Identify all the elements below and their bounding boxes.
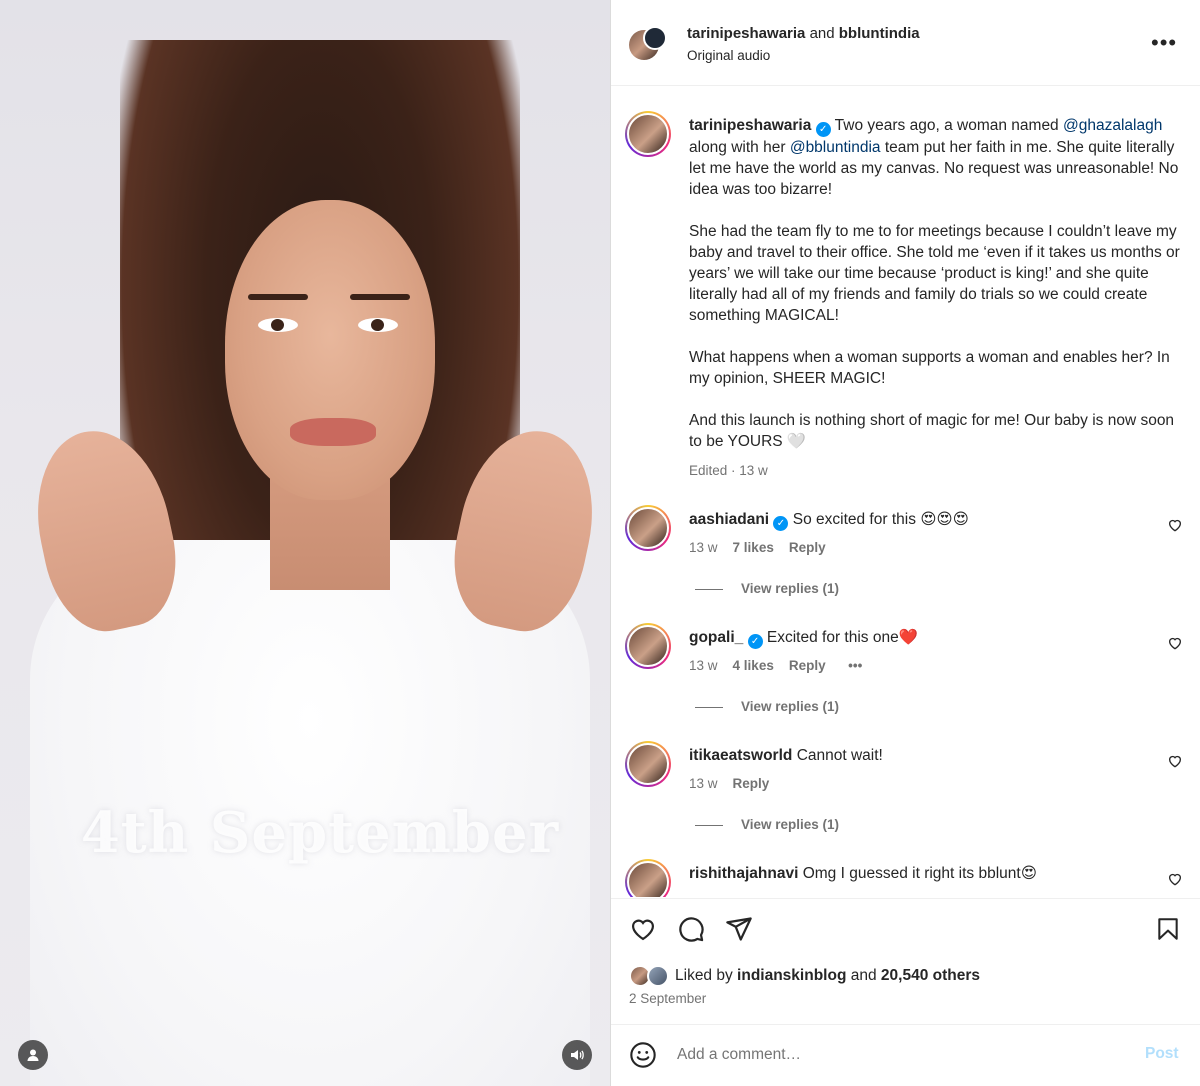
comment-likes[interactable]: 4 likes — [733, 658, 774, 673]
comment-avatar[interactable] — [625, 505, 671, 551]
post-side-panel: tarinipeshawaria and bbluntindia Origina… — [610, 0, 1200, 1086]
post-actions: Liked by indianskinblog and 20,540 other… — [611, 898, 1200, 1024]
post-comment-button[interactable]: Post — [1145, 1045, 1179, 1063]
view-replies-button[interactable]: View replies (1) — [695, 699, 839, 714]
verified-badge-icon: ✓ — [747, 634, 763, 649]
liked-by-and: and — [850, 967, 877, 984]
comment-like-icon[interactable] — [1167, 517, 1183, 533]
media-eye-right — [358, 318, 398, 332]
post-authors: tarinipeshawaria and bbluntindia — [687, 25, 920, 42]
author-username[interactable]: tarinipeshawaria — [687, 25, 805, 42]
comment-icon[interactable] — [677, 915, 705, 943]
comment-age: 13 w — [689, 540, 718, 555]
verified-badge-icon: ✓ — [815, 122, 831, 137]
media-eye-left — [258, 318, 298, 332]
liked-by-others[interactable]: 20,540 others — [881, 967, 980, 984]
save-bookmark-icon[interactable] — [1155, 915, 1181, 943]
comment-composer: Post — [611, 1024, 1200, 1086]
post-header: tarinipeshawaria and bbluntindia Origina… — [611, 0, 1200, 86]
caption-edited-time: Edited · 13 w — [689, 463, 768, 478]
more-horizontal-icon[interactable]: ••• — [1151, 30, 1177, 56]
share-icon[interactable] — [725, 915, 753, 943]
comment-age: 13 w — [689, 776, 718, 791]
comment-reply-button[interactable]: Reply — [789, 540, 826, 555]
emoji-icon[interactable] — [629, 1041, 657, 1069]
user-tag-icon[interactable] — [18, 1040, 48, 1070]
like-icon[interactable] — [629, 915, 657, 943]
comment-likes[interactable]: 7 likes — [733, 540, 774, 555]
comment-body: Omg I guessed it right its bblunt😍 — [802, 865, 1037, 882]
comment-age: 13 w — [689, 658, 718, 673]
comment-like-icon[interactable] — [1167, 871, 1183, 887]
comment-body: So excited for this 😍😍😍 — [792, 511, 969, 528]
comment-meta: 13 w 7 likes Reply — [689, 540, 826, 555]
comment-body: Excited for this one❤️ — [766, 629, 919, 646]
media-face — [225, 200, 435, 500]
caption-p1a: Two years ago, a woman named — [834, 117, 1059, 134]
comment-like-icon[interactable] — [1167, 635, 1183, 651]
liker-avatar-2[interactable] — [647, 965, 669, 987]
comment-reply-button[interactable]: Reply — [733, 776, 770, 791]
media-caption-overlay: 4th September — [80, 800, 560, 866]
comment-avatar[interactable] — [625, 741, 671, 787]
caption-p3: What happens when a woman supports a wom… — [689, 349, 1170, 387]
comment-text: itikaeatsworld Cannot wait! — [689, 745, 1149, 766]
comment-username[interactable]: rishithajahnavi — [689, 865, 798, 882]
caption-p1b: along with her — [689, 139, 786, 156]
mention-link-2[interactable]: @bbluntindia — [790, 139, 881, 156]
post-date[interactable]: 2 September — [629, 991, 706, 1006]
audio-label[interactable]: Original audio — [687, 48, 770, 63]
comment-more-icon[interactable]: ••• — [848, 658, 862, 673]
view-replies-button[interactable]: View replies (1) — [695, 581, 839, 596]
liked-by-line: Liked by indianskinblog and 20,540 other… — [675, 965, 980, 986]
comment-username[interactable]: aashiadani — [689, 511, 769, 528]
media-brow-left — [248, 294, 308, 300]
view-replies-button[interactable]: View replies (1) — [695, 817, 839, 832]
caption-avatar[interactable] — [625, 111, 671, 157]
liked-by-prefix: Liked by — [675, 967, 733, 984]
authors-joiner: and — [809, 25, 835, 42]
comment-username[interactable]: itikaeatsworld — [689, 747, 792, 764]
caption-p4: And this launch is nothing short of magi… — [689, 412, 1175, 450]
comments-list[interactable]: tarinipeshawaria ✓ Two years ago, a woma… — [611, 87, 1200, 897]
verified-badge-icon: ✓ — [773, 516, 789, 531]
comment-username[interactable]: gopali_ — [689, 629, 743, 646]
comment-text: aashiadani ✓ So excited for this 😍😍😍 — [689, 509, 1149, 531]
media-lips — [290, 418, 376, 446]
comment-body: Cannot wait! — [796, 747, 883, 764]
caption-text: tarinipeshawaria ✓ Two years ago, a woma… — [689, 115, 1185, 481]
comment-avatar[interactable] — [625, 859, 671, 897]
coauthor-avatar[interactable] — [643, 26, 667, 50]
speaker-icon[interactable] — [562, 1040, 592, 1070]
comment-like-icon[interactable] — [1167, 753, 1183, 769]
comment-text: rishithajahnavi Omg I guessed it right i… — [689, 863, 1149, 884]
post-media[interactable]: 4th September — [0, 0, 610, 1086]
comment-meta: 13 w 4 likes Reply ••• — [689, 658, 862, 673]
comment-text: gopali_ ✓ Excited for this one❤️ — [689, 627, 1149, 649]
caption-username[interactable]: tarinipeshawaria — [689, 117, 811, 134]
comment-input[interactable] — [677, 1043, 1117, 1067]
media-brow-right — [350, 294, 410, 300]
mention-link-1[interactable]: @ghazalalagh — [1063, 117, 1162, 134]
comment-avatar[interactable] — [625, 623, 671, 669]
coauthor-username[interactable]: bbluntindia — [839, 25, 920, 42]
caption-p2: She had the team fly to me to for meetin… — [689, 223, 1180, 324]
comment-reply-button[interactable]: Reply — [789, 658, 826, 673]
liked-by-user[interactable]: indianskinblog — [737, 967, 846, 984]
comment-meta: 13 w Reply — [689, 776, 769, 791]
